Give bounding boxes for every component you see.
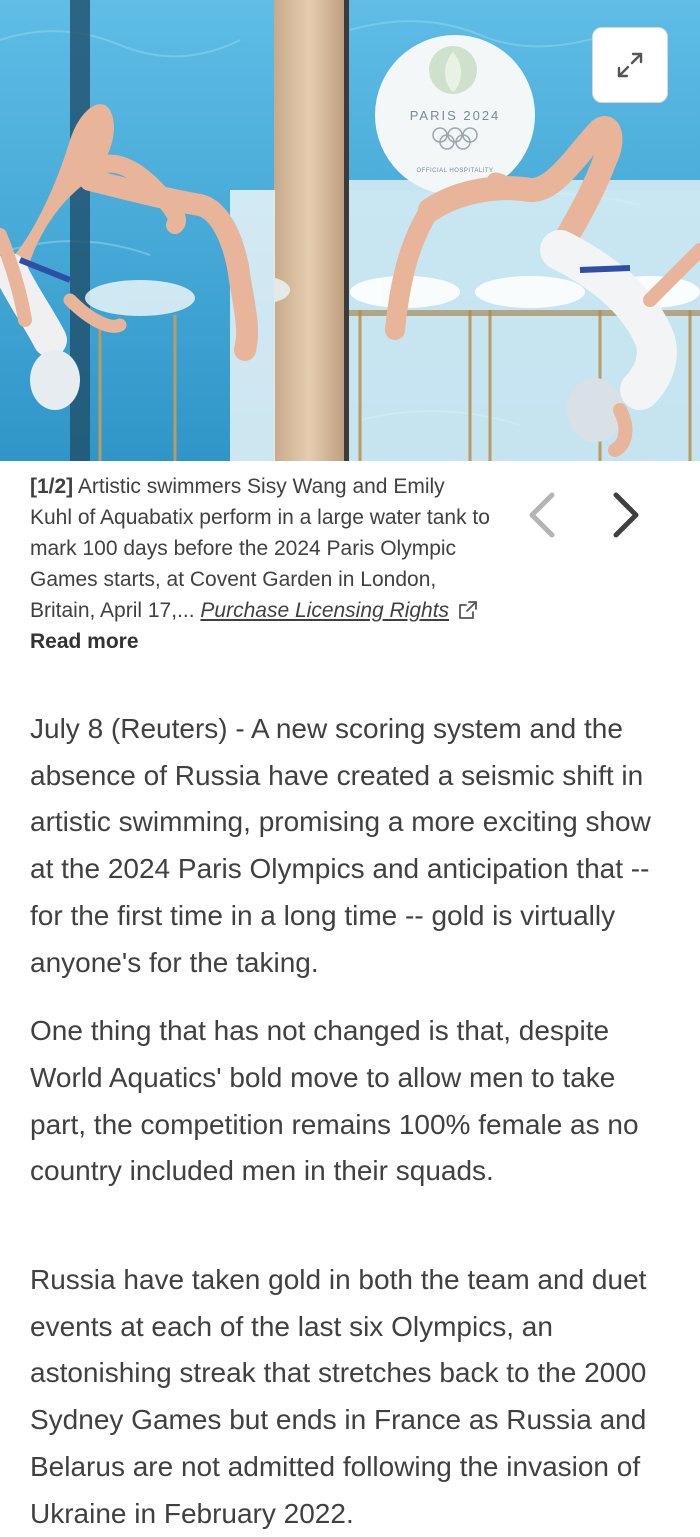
article-photo[interactable]: PARIS 2024 OFFICIAL HOSPITALITY: [0, 0, 700, 461]
article-paragraph: Russia have taken gold in both the team …: [30, 1264, 647, 1529]
external-link-icon[interactable]: [457, 599, 479, 621]
expand-image-button[interactable]: [592, 27, 668, 103]
chevron-right-icon[interactable]: [606, 489, 646, 541]
paris-2024-logo-text: PARIS 2024: [409, 108, 501, 123]
expand-arrows-icon: [617, 52, 643, 78]
image-counter: [1/2]: [30, 475, 74, 498]
chevron-left-icon[interactable]: [522, 489, 562, 541]
official-hospitality-text: OFFICIAL HOSPITALITY: [416, 168, 494, 174]
purchase-licensing-link[interactable]: Purchase Licensing Rights: [200, 599, 449, 622]
article-body: July 8 (Reuters) - A new scoring system …: [30, 706, 675, 1537]
article-paragraph: July 8 (Reuters) - A new scoring system …: [30, 713, 651, 978]
image-caption-section: [1/2] Artistic swimmers Sisy Wang and Em…: [0, 461, 700, 681]
read-more-button[interactable]: Read more: [30, 630, 139, 653]
image-caption: [1/2] Artistic swimmers Sisy Wang and Em…: [30, 471, 490, 657]
article-paragraph: One thing that has not changed is that, …: [30, 1015, 639, 1187]
